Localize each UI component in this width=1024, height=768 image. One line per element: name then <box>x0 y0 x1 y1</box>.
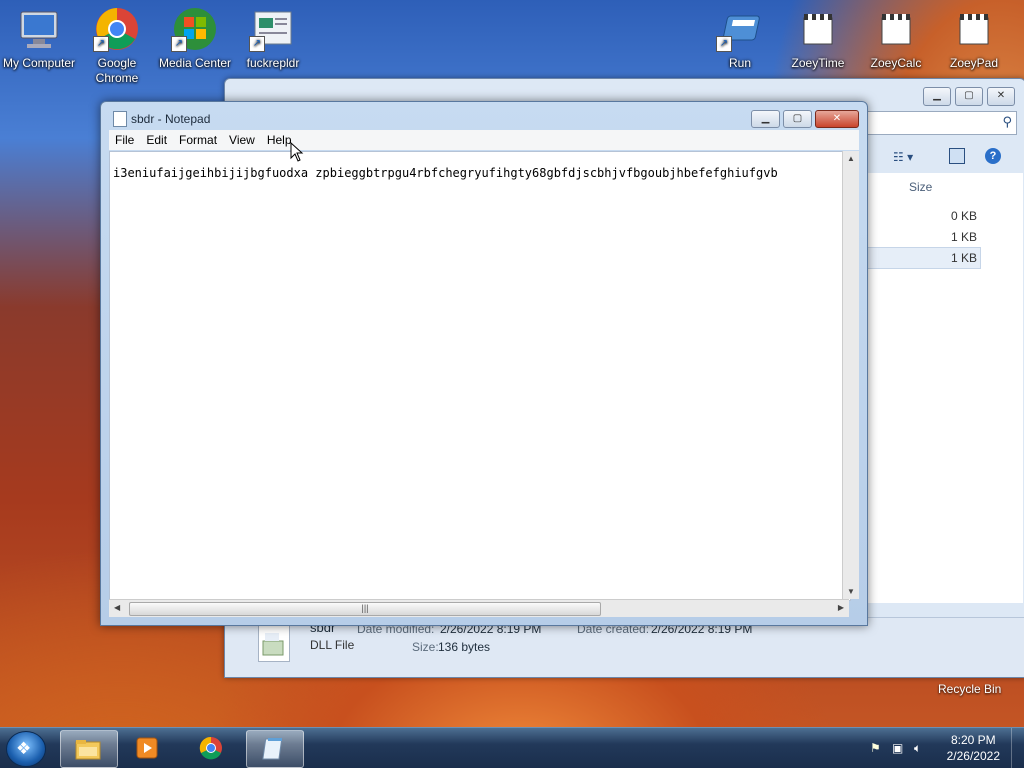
volume-icon[interactable]: 🔈︎ <box>914 741 928 755</box>
windows-logo-icon: ❖ <box>16 739 32 758</box>
size-column-header[interactable]: Size <box>909 180 932 194</box>
desktop-icon-label: ZoeyTime <box>791 56 845 70</box>
desktop-icon-label: fuckrepldr <box>246 56 300 70</box>
taskbar-media-player-button[interactable] <box>120 730 176 766</box>
view-options-icon[interactable]: ☷ ▾ <box>893 150 913 164</box>
search-icon: ⚲ <box>1002 114 1012 129</box>
horizontal-scroll-thumb[interactable]: ||| <box>129 602 601 616</box>
computer-icon <box>15 6 63 52</box>
recycle-bin-label[interactable]: Recycle Bin <box>938 682 1001 696</box>
desktop-icon-label: ZoeyPad <box>949 56 999 70</box>
desktop-icon-my-computer[interactable]: My Computer <box>0 0 78 71</box>
clock-date: 2/26/2022 <box>946 749 1000 763</box>
shortcut-arrow-icon: ↗ <box>93 36 109 52</box>
minimize-button[interactable]: ▁ <box>751 110 780 128</box>
explorer-search-input[interactable]: ⚲ <box>855 111 1017 135</box>
clapper-icon <box>794 6 842 52</box>
clock[interactable]: 8:20 PM 2/26/2022 <box>947 732 1000 764</box>
scroll-left-arrow-icon[interactable]: ◀ <box>114 603 120 612</box>
chrome-icon <box>199 736 222 760</box>
desktop-icon-zoeytime[interactable]: ZoeyTime <box>779 0 857 71</box>
media-player-icon <box>136 737 158 759</box>
shortcut-app-icon: ↗ <box>249 6 297 52</box>
chrome-icon: ↗ <box>93 6 141 52</box>
menu-bar: File Edit Format View Help <box>109 130 859 150</box>
clapper-icon <box>872 6 920 52</box>
network-icon[interactable]: ▣ <box>892 741 906 755</box>
text-editor[interactable]: i3eniufaijgeihbijijbgfuodxa zpbieggbtrpg… <box>109 151 851 601</box>
help-icon[interactable]: ? <box>985 148 1001 164</box>
desktop-icon-label: My Computer <box>2 56 76 70</box>
shortcut-arrow-icon: ↗ <box>171 36 187 52</box>
notepad-icon <box>262 738 283 760</box>
run-icon: ↗ <box>716 6 764 52</box>
notepad-icon <box>113 111 127 127</box>
start-button[interactable]: ❖ <box>6 731 46 767</box>
notepad-window[interactable]: sbdr - Notepad ▁ ▢ ✕ File Edit Format Vi… <box>100 101 868 626</box>
maximize-button[interactable]: ▢ <box>783 110 812 128</box>
desktop-icon-label: ZoeyCalc <box>870 56 922 70</box>
desktop-icon-zoeypad[interactable]: ZoeyPad <box>935 0 1013 71</box>
menu-edit[interactable]: Edit <box>140 133 173 147</box>
details-file-type: DLL File <box>310 638 355 652</box>
details-size-label: Size: <box>412 640 439 654</box>
taskbar-notepad-button[interactable] <box>246 730 304 768</box>
clock-time: 8:20 PM <box>950 733 996 747</box>
shortcut-arrow-icon: ↗ <box>716 36 732 52</box>
explorer-minimize-button[interactable]: ▁ <box>923 87 951 106</box>
desktop-icon-label: Google Chrome <box>95 56 139 85</box>
mouse-cursor-icon <box>290 142 304 162</box>
taskbar-explorer-button[interactable] <box>60 730 118 768</box>
explorer-close-button[interactable]: ✕ <box>987 87 1015 106</box>
close-button[interactable]: ✕ <box>815 110 859 128</box>
show-desktop-button[interactable] <box>1011 728 1024 768</box>
clapper-icon <box>950 6 998 52</box>
file-size: 1 KB <box>950 251 977 265</box>
file-size: 1 KB <box>950 230 977 244</box>
desktop-icon-run[interactable]: ↗ Run <box>701 0 779 71</box>
taskbar-chrome-button[interactable] <box>184 730 240 766</box>
scroll-right-arrow-icon[interactable]: ▶ <box>838 603 844 612</box>
desktop-icon-label: Run <box>728 56 751 70</box>
horizontal-scrollbar[interactable]: ◀ ||| ▶ <box>109 599 849 617</box>
explorer-maximize-button[interactable]: ▢ <box>955 87 983 106</box>
details-size: 136 bytes <box>438 640 491 654</box>
desktop-icon-label: Media Center <box>158 56 232 70</box>
folder-icon <box>75 740 101 760</box>
taskbar: ❖ ⚑ ▣ 🔈︎ 8:20 PM 2/26/2022 <box>0 727 1024 768</box>
windows-media-center-icon: ↗ <box>171 6 219 52</box>
file-size: 0 KB <box>950 209 977 223</box>
menu-format[interactable]: Format <box>173 133 223 147</box>
desktop-icon-fuckrepldr[interactable]: ↗ fuckrepldr <box>234 0 312 71</box>
editor-content[interactable]: i3eniufaijgeihbijijbgfuodxa zpbieggbtrpg… <box>113 166 778 180</box>
explorer-file-list[interactable] <box>865 173 1023 603</box>
preview-pane-icon[interactable] <box>949 148 965 164</box>
menu-view[interactable]: View <box>223 133 261 147</box>
scroll-up-arrow-icon[interactable]: ▲ <box>847 154 855 163</box>
shortcut-arrow-icon: ↗ <box>249 36 265 52</box>
menu-file[interactable]: File <box>109 133 140 147</box>
explorer-toolbar: ☷ ▾ ? <box>865 145 1023 171</box>
system-tray: ⚑ ▣ 🔈︎ 8:20 PM 2/26/2022 <box>864 728 1024 768</box>
desktop-icon-zoeycalc[interactable]: ZoeyCalc <box>857 0 935 71</box>
desktop-icon-media-center[interactable]: ↗ Media Center <box>156 0 234 71</box>
window-title: sbdr - Notepad <box>131 112 211 126</box>
vertical-scrollbar[interactable]: ▲ ▼ <box>842 151 859 599</box>
desktop-icon-google-chrome[interactable]: ↗ Google Chrome <box>78 0 156 86</box>
scroll-down-arrow-icon[interactable]: ▼ <box>847 587 855 596</box>
action-center-flag-icon[interactable]: ⚑ <box>870 741 884 755</box>
dll-file-icon <box>258 624 290 662</box>
